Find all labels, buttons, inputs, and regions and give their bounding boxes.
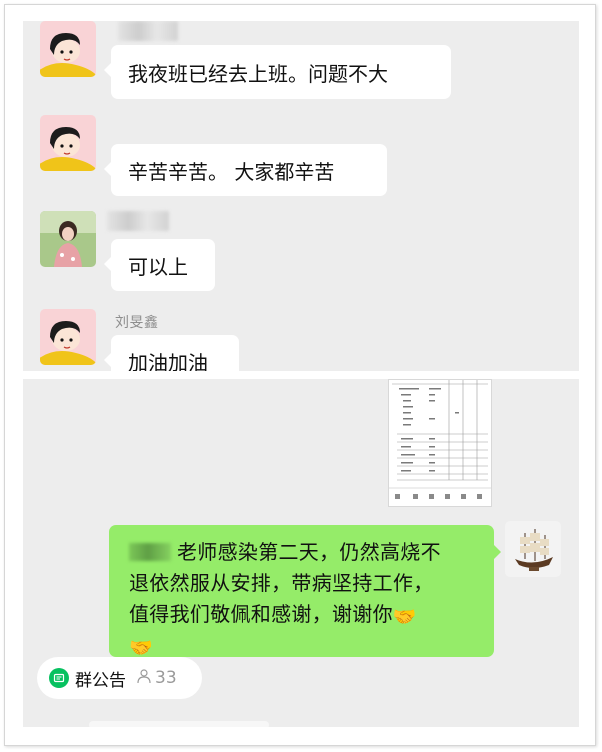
handshake-emoji-icon: 🤝	[129, 637, 153, 659]
message-bubble[interactable]: 辛苦辛苦。 大家都辛苦	[104, 144, 387, 196]
person-icon	[136, 668, 152, 688]
member-count: 33	[155, 668, 177, 688]
avatar-photo[interactable]	[40, 211, 96, 267]
spreadsheet-thumbnail[interactable]	[388, 379, 492, 507]
sender-name-blurred	[107, 211, 169, 231]
message-bubble[interactable]: 加油加油	[104, 335, 239, 372]
message-line: 值得我们敬佩和感谢，谢谢你🤝	[129, 602, 417, 628]
avatar-ship[interactable]	[505, 521, 561, 577]
message-text: 辛苦辛苦。 大家都辛苦	[128, 159, 335, 184]
chat-panel-top: 我夜班已经去上班。问题不大 辛苦辛苦。 大家都辛苦 可以上 刘旻鑫 加油加油	[23, 21, 579, 371]
announcement-icon	[49, 668, 69, 688]
message-bubble[interactable]: 我夜班已经去上班。问题不大	[104, 45, 451, 99]
redacted-name-blur	[129, 543, 171, 561]
message-bubble[interactable]: 可以上	[104, 239, 215, 291]
group-announcement-button[interactable]: 群公告 33	[37, 657, 202, 699]
avatar-cartoon[interactable]	[40, 309, 96, 365]
chat-panel-bottom: 老师感染第二天，仍然高烧不 退依然服从安排，带病坚持工作， 值得我们敬佩和感谢，…	[23, 379, 579, 727]
sender-name: 刘旻鑫	[115, 315, 159, 331]
partial-bubble-edge	[89, 721, 269, 727]
message-text: 可以上	[128, 254, 188, 279]
handshake-emoji-icon: 🤝	[392, 606, 417, 628]
message-text: 我夜班已经去上班。问题不大	[128, 61, 388, 86]
sender-name-blurred	[118, 21, 178, 41]
avatar-cartoon[interactable]	[40, 115, 96, 171]
announcement-label: 群公告	[75, 670, 126, 691]
message-text: 加油加油	[128, 350, 208, 372]
outgoing-message-bubble[interactable]: 老师感染第二天，仍然高烧不 退依然服从安排，带病坚持工作， 值得我们敬佩和感谢，…	[109, 525, 501, 659]
message-line: 退依然服从安排，带病坚持工作，	[129, 571, 434, 595]
message-line: 老师感染第二天，仍然高烧不	[129, 537, 480, 568]
avatar-cartoon[interactable]	[40, 21, 96, 77]
